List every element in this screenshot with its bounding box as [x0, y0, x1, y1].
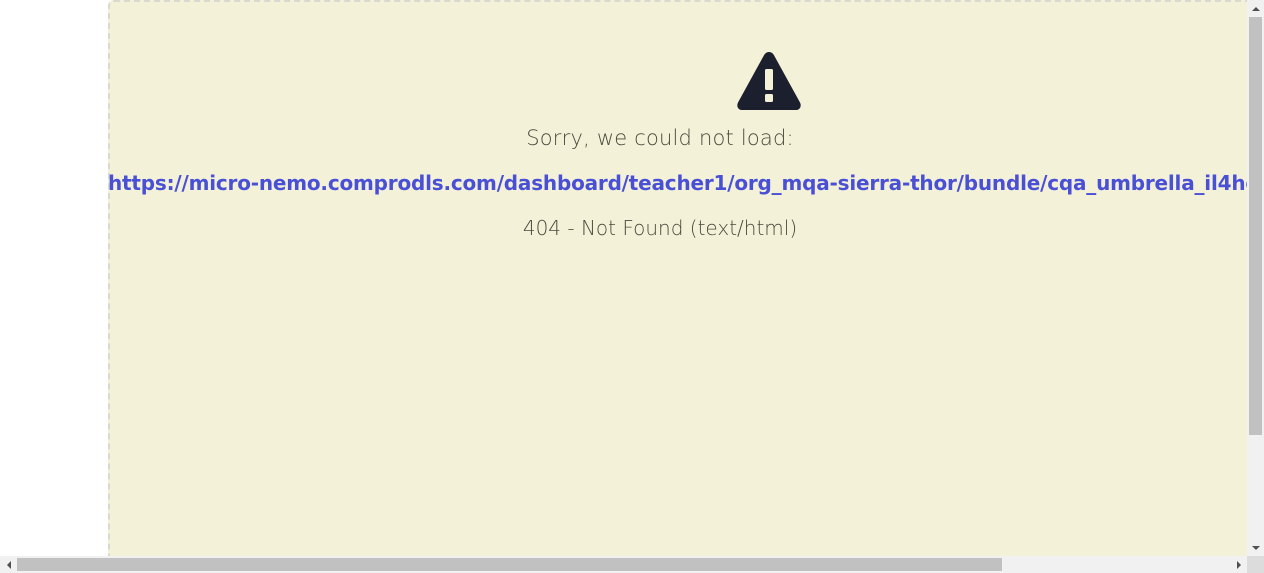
error-panel: [108, 0, 1264, 560]
horizontal-scroll-thumb[interactable]: [17, 558, 1002, 571]
arrow-down-icon[interactable]: [1247, 539, 1264, 556]
arrow-left-icon[interactable]: [0, 556, 17, 573]
error-status: 404 - Not Found (text/html): [522, 216, 798, 240]
viewport: Sorry, we could not load: https://micro-…: [0, 0, 1264, 573]
arrow-right-icon[interactable]: [1230, 556, 1247, 573]
error-message: Sorry, we could not load:: [526, 126, 794, 150]
warning-triangle-icon: [737, 52, 801, 110]
arrow-up-icon[interactable]: [1247, 0, 1264, 17]
horizontal-scrollbar[interactable]: [0, 556, 1264, 573]
scrollbar-corner: [1247, 556, 1264, 573]
vertical-scroll-thumb[interactable]: [1249, 17, 1262, 435]
failed-url-link[interactable]: https://micro-nemo.comprodls.com/dashboa…: [108, 171, 1257, 195]
vertical-scrollbar[interactable]: [1247, 0, 1264, 556]
